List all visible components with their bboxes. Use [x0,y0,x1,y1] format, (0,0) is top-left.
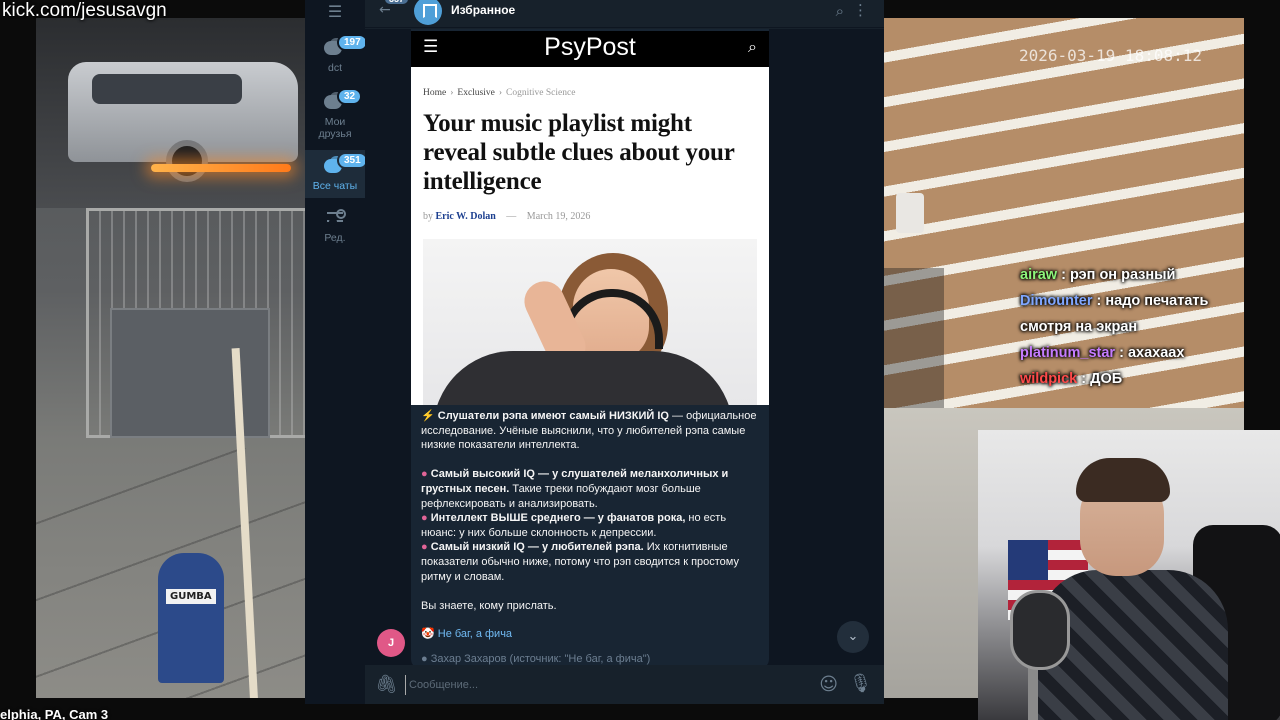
chat-message: airaw : рэп он разный [1020,267,1176,283]
bookmark-icon [414,0,442,25]
channel-link[interactable]: 🤡 Не баг, а фича [421,627,763,642]
article-screenshot[interactable]: ☰ PsyPost ⌕ Home › Exclusive › Cognitive Sci… [411,31,769,405]
bullet-dot-icon: ● [421,652,428,665]
psypost-topbar: ☰ PsyPost ⌕ [411,31,769,67]
chat-text: ДОБ [1090,371,1123,387]
folder-label: Ред. [324,232,346,244]
chat-message: platinum_star : ахахаах [1020,345,1185,361]
unread-badge: 351 [337,152,368,169]
chat-header: ← 357 Избранное ⌕ ⋮ [365,0,884,28]
message-bullet: ● Самый низкий IQ — у любителей рэпа. Их… [421,541,739,583]
wall-shadow [884,268,944,408]
message-intro: ⚡ Слушатели рэпа имеют самый НИЗКИЙ IQ —… [421,410,757,452]
search-icon: ⌕ [748,37,757,56]
stream-chat-overlay: airaw : рэп он разный Dimounter : надо п… [1020,262,1250,392]
breadcrumb: Home › Exclusive › Cognitive Science [423,88,576,98]
sender-avatar[interactable]: J [377,629,405,657]
back-unread-badge: 357 [385,0,409,4]
telegram-window: ☰ 197 dct 32 Мои друзья 351 Все чаты Ред… [305,0,884,704]
camera-timestamp: 2026-03-19 18:08:12 [1018,46,1202,65]
folder-friends[interactable]: 32 Мои друзья [305,88,365,144]
sliders-icon [322,208,348,228]
chat-message: Dimounter : надо печатать смотря на экра… [1020,293,1209,335]
by-label: by [423,211,433,222]
mailbox [158,553,224,683]
emoji-icon: 🤡 [421,628,435,641]
channel-url: kick.com/jesusavgn [2,0,167,21]
chat-username: platinum_star [1020,345,1116,361]
stream-stage: elphia, PA, Cam 3 kick.com/jesusavgn 202… [0,0,1280,720]
folder-label: dct [327,62,342,74]
unread-badge: 197 [337,34,368,51]
hamburger-menu-icon[interactable]: ☰ [323,2,347,21]
chat-text: ахахаах [1127,345,1185,361]
publish-date: March 19, 2026 [526,211,591,222]
camera-caption: elphia, PA, Cam 3 [0,707,109,720]
microphone [1010,590,1070,670]
message-bullet: ● Самый высокий IQ — у слушателей меланх… [421,468,729,510]
attach-icon[interactable]: 🖇 [375,674,398,695]
message-input[interactable] [405,675,765,695]
breadcrumb-item: Home [423,88,447,98]
message-outro: Вы знаете, кому прислать. [421,599,557,612]
folder-dct[interactable]: 197 dct [305,34,368,80]
breadcrumb-item: Cognitive Science [506,88,576,98]
streamer-hair [1076,458,1170,502]
folder-label: Все чаты [312,180,358,192]
article-photo [423,239,757,405]
reply-preview: ● Захар Захаров (источник: "Не баг, а фи… [421,652,651,665]
folder-sidebar: ☰ 197 dct 32 Мои друзья 351 Все чаты Ред… [305,0,368,704]
unread-badge: 32 [337,88,363,105]
message-list[interactable]: ☰ PsyPost ⌕ Home › Exclusive › Cognitive Sci… [365,29,884,665]
bullet-dot-icon: ● [421,512,428,525]
chat-username: airaw [1020,267,1058,283]
road-flare [151,164,291,172]
car-wheel [166,140,208,182]
author-name: Eric W. Dolan [435,211,496,222]
street-camera-feed [36,18,308,698]
message-composer: 🖇 ☺ 🎙 [365,666,884,704]
article-headline: Your music playlist might reveal subtle … [423,110,735,195]
trash-bin [110,308,270,438]
emoji-picker-icon[interactable]: ☺ [819,674,838,695]
chat-username: Dimounter [1020,293,1093,309]
lightning-icon: ⚡ [421,410,435,422]
breadcrumb-item: Exclusive [457,88,495,98]
message-bullet: ● Интеллект ВЫШЕ среднего — у фанатов ро… [421,512,727,539]
back-arrow-icon[interactable]: ← [379,2,391,18]
chat-text: рэп он разный [1069,267,1176,283]
folder-label: Мои друзья [318,116,352,140]
site-logo: PsyPost [544,33,636,61]
bullet-dot-icon: ● [421,468,428,481]
wall-device [896,193,924,233]
microphone-icon[interactable]: 🎙 [849,673,872,694]
more-options-icon[interactable]: ⋮ [853,1,868,19]
scroll-down-icon[interactable]: ⌄ [837,621,869,653]
folder-edit[interactable]: Ред. [305,208,365,248]
streamer-webcam [978,430,1280,720]
bullet-dot-icon: ● [421,541,428,554]
message-bubble[interactable]: ☰ PsyPost ⌕ Home › Exclusive › Cognitive Sci… [411,29,769,665]
chat-title[interactable]: Избранное [451,3,515,17]
byline: by Eric W. Dolan — March 19, 2026 [423,211,591,222]
chat-username: wildpick [1020,371,1078,387]
folder-all-chats[interactable]: 351 Все чаты [305,150,368,198]
message-text: ⚡ Слушатели рэпа имеют самый НИЗКИЙ IQ —… [421,409,763,665]
search-icon[interactable]: ⌕ [836,2,844,20]
chat-message: wildpick : ДОБ [1020,371,1123,387]
